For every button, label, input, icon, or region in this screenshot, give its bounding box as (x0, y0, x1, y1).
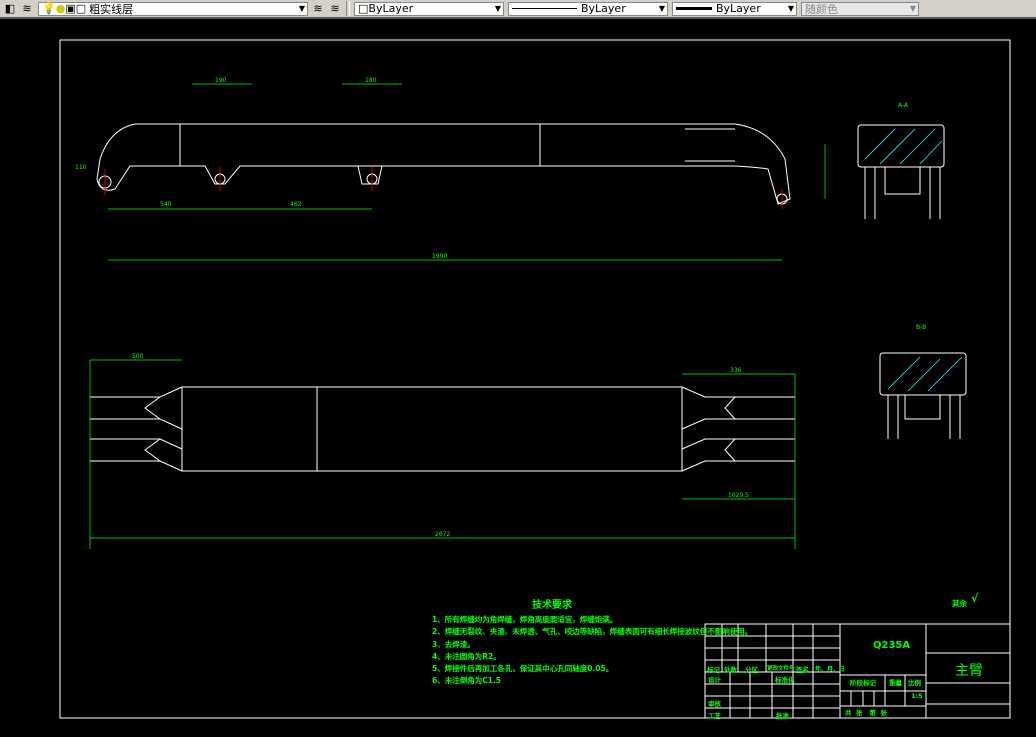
tech-item: 4、未注圆角为R2。 (432, 651, 501, 661)
layer-states-icon[interactable]: ◧ (3, 2, 17, 15)
layer-manager-icon[interactable]: ≋ (20, 2, 34, 15)
dim-540: 540 (160, 201, 172, 208)
dimension-lines (89, 83, 826, 549)
plot-style-dropdown[interactable]: 随颜色 ▼ (801, 1, 919, 16)
section-b-outline (879, 352, 967, 396)
stage-label: 阶段标记 (850, 679, 876, 687)
approve-label: 批准 (776, 712, 789, 720)
dim-190: 190 (215, 77, 227, 84)
section-a-outline (857, 124, 945, 168)
center-marks (104, 167, 783, 209)
dim-500: 500 (132, 353, 144, 360)
design-label: 设计 (708, 676, 721, 684)
dim-110: 110 (75, 164, 87, 171)
dim-2672: 2672 (435, 531, 450, 538)
material: Q235A (873, 640, 911, 651)
process-label: 工艺 (708, 712, 721, 720)
hatch (864, 128, 963, 392)
lineweight-dropdown[interactable]: ByLayer ▼ (672, 1, 797, 16)
lineweight-preview (676, 7, 712, 10)
lock-icon: ▣ (65, 2, 76, 15)
arm-top-outline (181, 386, 683, 472)
tech-item: 5、焊接件后再加工各孔，保证其中心孔同轴度0.05。 (432, 664, 614, 674)
sheet-count: 共 张 第 张 (845, 709, 887, 717)
header-signature: 签名 (796, 666, 809, 674)
chevron-down-icon: ▼ (909, 4, 916, 13)
roughness-note: 其余 (952, 599, 967, 608)
layer-color-swatch: □ (75, 2, 87, 15)
chevron-down-icon: ▼ (787, 4, 794, 13)
header-count: 处数 (724, 666, 737, 674)
arm-front-outline (96, 123, 791, 205)
tech-item: 6、未注倒角为C1.5 (432, 676, 502, 686)
bulb-icon: 💡 (42, 2, 56, 15)
linetype-dropdown[interactable]: ByLayer ▼ (508, 1, 668, 16)
dim-1990: 1990 (432, 253, 447, 260)
toolbar: ◧ ≋ 💡 ● ▣ □ 粗实线层 ▼ ≋ ≋ □ ByLayer ▼ ByLay… (0, 0, 1036, 19)
standard-label: 标准化 (775, 676, 795, 684)
tech-requirements-list: 1、所有焊缝均为角焊缝，焊角高度要适宜，焊缝饱满。 2、焊缝无裂纹、夹渣、未焊透… (432, 614, 752, 688)
divider (346, 1, 350, 16)
tech-requirements-title: 技术要求 (532, 600, 572, 611)
chevron-down-icon: ▼ (658, 4, 665, 13)
linetype-value: ByLayer (581, 2, 626, 15)
weight-label: 重量 (889, 679, 902, 687)
part-name: 主臂 (955, 663, 983, 679)
color-dropdown[interactable]: □ ByLayer ▼ (354, 1, 504, 16)
color-value: ByLayer (368, 2, 414, 15)
roughness-symbol-icon: √ (971, 592, 979, 605)
sun-icon: ● (55, 2, 66, 15)
tech-item: 3、去焊渣。 (432, 639, 475, 649)
layer-dropdown[interactable]: 💡 ● ▣ □ 粗实线层 ▼ (38, 1, 308, 16)
header-zone: 分区 (745, 666, 758, 674)
scale-value: 1:5 (911, 692, 923, 700)
color-swatch: □ (358, 2, 369, 15)
chevron-down-icon: ▼ (298, 4, 305, 13)
lineweight-value: ByLayer (716, 2, 761, 15)
scale-label: 比例 (908, 679, 921, 687)
header-change-doc: 更改文件号 (767, 666, 795, 672)
header-mark: 标记 (707, 666, 720, 674)
review-label: 审核 (708, 700, 721, 708)
tech-item: 1、所有焊缝均为角焊缝，焊角高度要适宜，焊缝饱满。 (432, 615, 618, 624)
make-current-layer-icon[interactable]: ≋ (311, 2, 325, 15)
header-date: 年、月、日 (815, 666, 846, 673)
section-b-label: B-B (916, 324, 926, 331)
dim-1020: 1020.5 (728, 492, 749, 499)
layer-previous-icon[interactable]: ≋ (328, 2, 342, 15)
dim-336: 336 (730, 367, 742, 374)
linetype-preview (512, 8, 577, 9)
chevron-down-icon: ▼ (494, 4, 501, 13)
layer-name: 粗实线层 (89, 2, 134, 16)
section-a-label: A-A (898, 102, 909, 109)
tech-item: 2、焊缝无裂纹、夹渣、未焊透、气孔、咬边等缺陷，焊缝表面可有细长焊接波纹但不影响… (432, 627, 753, 637)
plot-style-value: 随颜色 (805, 2, 838, 16)
dim-462: 462 (290, 201, 302, 208)
dim-180: 180 (365, 77, 377, 84)
